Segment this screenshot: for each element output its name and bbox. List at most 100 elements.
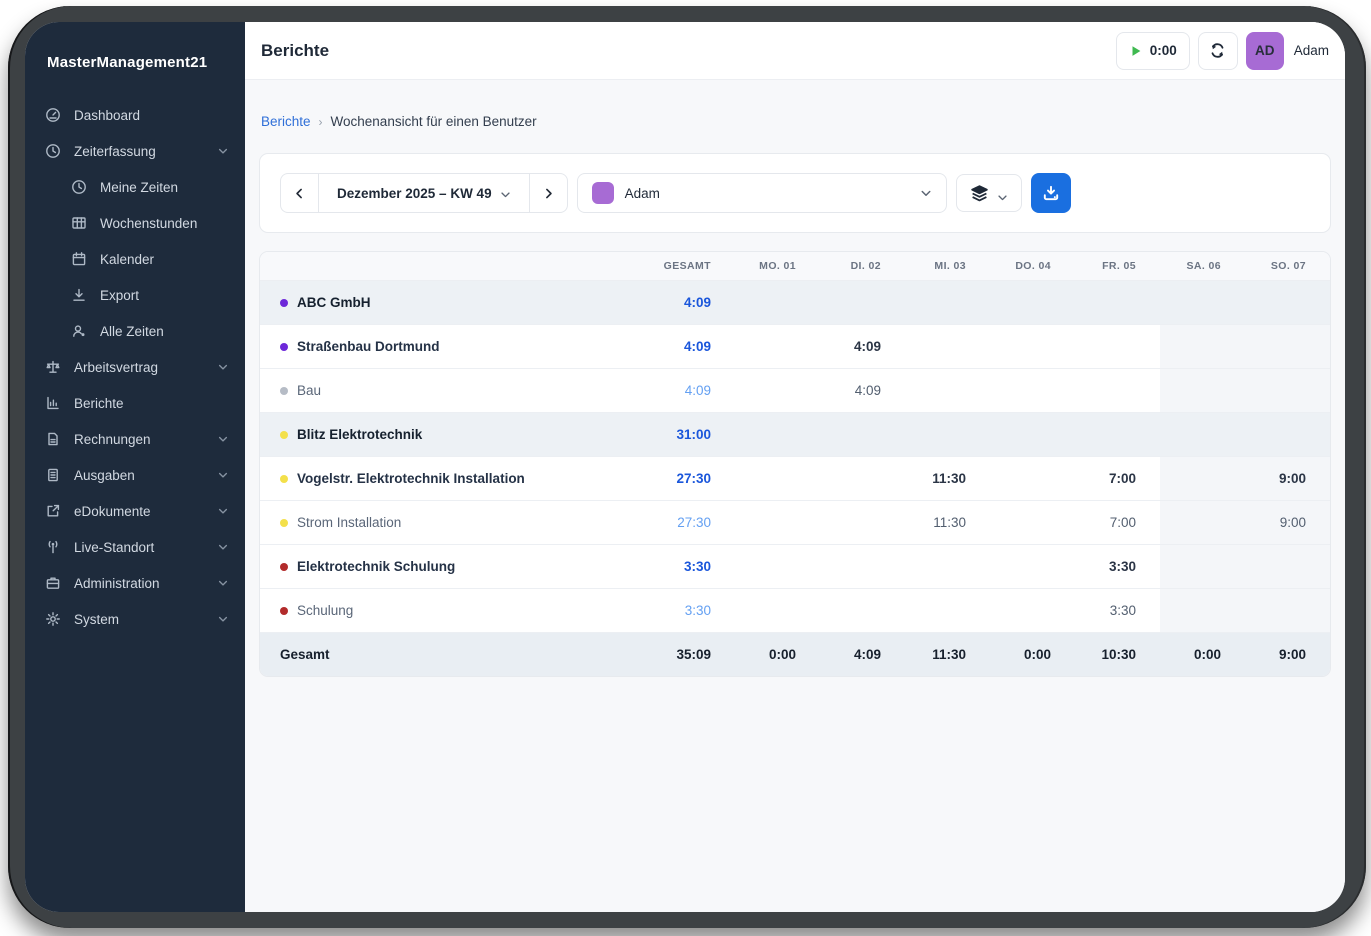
sidebar-item-alle-zeiten[interactable]: Alle Zeiten: [25, 313, 245, 349]
gesamt-value[interactable]: 4:09: [625, 281, 735, 324]
color-dot-icon: [280, 386, 288, 395]
gesamt-value[interactable]: 31:00: [625, 413, 735, 456]
gesamt-value[interactable]: 4:09: [625, 325, 735, 368]
gesamt-value[interactable]: 3:30: [625, 545, 735, 588]
sidebar-item-system[interactable]: System: [25, 601, 245, 637]
table-header-row: GESAMT MO. 01 DI. 02 MI. 03 DO. 04 FR. 05 SA. …: [260, 252, 1330, 281]
chevron-down-icon: [997, 188, 1008, 200]
day-value: [820, 501, 905, 544]
sidebar-item-label: Meine Zeiten: [100, 179, 179, 195]
day-value: [1245, 413, 1330, 456]
chevron-down-icon: [217, 505, 229, 517]
next-week-button[interactable]: [529, 173, 568, 213]
column-header-mo-01: MO. 01: [759, 260, 796, 272]
table-row-schulung: Schulung 3:30 3:30: [260, 589, 1330, 633]
gesamt-value[interactable]: 27:30: [625, 457, 735, 500]
sync-button[interactable]: [1197, 31, 1238, 70]
chevron-down-icon: [217, 541, 229, 553]
footer-total-value: 11:30: [932, 647, 966, 662]
grouping-button[interactable]: [955, 174, 1022, 212]
gesamt-value[interactable]: 3:30: [625, 589, 735, 632]
previous-week-button[interactable]: [280, 173, 318, 213]
row-label-text: Bau: [297, 383, 322, 398]
sidebar-item-label: eDokumente: [74, 503, 151, 519]
row-label: Vogelstr. Elektrotechnik Installation: [260, 457, 625, 500]
sidebar-item-label: Wochenstunden: [100, 215, 198, 231]
day-value: [990, 545, 1075, 588]
sidebar-item-meine-zeiten[interactable]: Meine Zeiten: [25, 169, 245, 205]
day-value: 11:30: [932, 471, 966, 486]
gesamt-value[interactable]: 4:09: [625, 369, 735, 412]
sidebar-item-kalender[interactable]: Kalender: [25, 241, 245, 277]
table-icon: [71, 215, 87, 231]
chevron-down-icon: [217, 361, 229, 373]
sidebar-item-rechnungen[interactable]: Rechnungen: [25, 421, 245, 457]
sidebar-item-dashboard[interactable]: Dashboard: [25, 97, 245, 133]
day-value: [820, 413, 905, 456]
row-label: Bau: [260, 369, 625, 412]
gesamt-value[interactable]: 27:30: [625, 501, 735, 544]
column-header-do-04: DO. 04: [1015, 260, 1051, 272]
chevron-down-icon: [500, 188, 511, 199]
gear-icon: [45, 611, 61, 627]
day-value: 11:30: [933, 515, 966, 530]
sidebar-item-label: Berichte: [74, 395, 124, 411]
user-select[interactable]: Adam: [576, 173, 947, 213]
column-header-sa-06: SA. 06: [1186, 260, 1221, 272]
day-value: [1075, 369, 1160, 412]
week-label: Dezember 2025 – KW 49: [337, 185, 492, 201]
footer-total-value: 0:00: [1023, 647, 1051, 662]
color-dot-icon: [280, 606, 288, 615]
color-dot-icon: [280, 430, 288, 439]
day-value: [990, 589, 1075, 632]
row-label: ABC GmbH: [260, 281, 625, 324]
sidebar-item-edokumente[interactable]: eDokumente: [25, 493, 245, 529]
sidebar-item-label: Zeiterfassung: [74, 143, 156, 159]
sidebar-item-live-standort[interactable]: Live-Standort: [25, 529, 245, 565]
row-label: Elektrotechnik Schulung: [260, 545, 625, 588]
row-label-text: Elektrotechnik Schulung: [297, 559, 456, 574]
sidebar-item-ausgaben[interactable]: Ausgaben: [25, 457, 245, 493]
breadcrumb-current: Wochenansicht für einen Benutzer: [330, 114, 537, 129]
user-select-value: Adam: [624, 185, 660, 201]
footer-label: Gesamt: [280, 647, 330, 662]
day-value: 7:00: [1109, 515, 1136, 530]
calendar-icon: [71, 251, 87, 267]
day-value: [1075, 413, 1160, 456]
dashboard-icon: [45, 107, 61, 123]
export-download-button[interactable]: [1030, 173, 1071, 213]
breadcrumb-link-berichte[interactable]: Berichte: [261, 114, 311, 129]
sidebar-item-zeiterfassung[interactable]: Zeiterfassung: [25, 133, 245, 169]
sidebar-item-berichte[interactable]: Berichte: [25, 385, 245, 421]
avatar[interactable]: AD: [1245, 31, 1284, 70]
sidebar-item-export[interactable]: Export: [25, 277, 245, 313]
sidebar-item-label: Kalender: [100, 251, 155, 267]
day-value: 3:30: [1108, 559, 1136, 574]
week-selector-button[interactable]: Dezember 2025 – KW 49: [318, 173, 530, 213]
document-icon: [45, 467, 61, 483]
column-header-di-02: DI. 02: [850, 260, 881, 272]
chevron-down-icon: [920, 187, 932, 199]
day-value: [1245, 281, 1330, 324]
timer-button[interactable]: 0:00: [1115, 31, 1190, 70]
chevron-down-icon: [217, 433, 229, 445]
day-value: [1075, 325, 1160, 368]
timer-value: 0:00: [1149, 43, 1177, 58]
color-dot-icon: [280, 518, 288, 527]
topbar-right: 0:00 AD Adam: [1115, 31, 1329, 70]
app-window: MasterManagement21 Dashboard Zeiterfassun…: [25, 22, 1345, 912]
user-color-swatch: [591, 182, 614, 204]
sidebar-item-administration[interactable]: Administration: [25, 565, 245, 601]
sidebar-item-label: Arbeitsvertrag: [74, 359, 159, 375]
table-row-vogelstr-elektrotechnik-installation: Vogelstr. Elektrotechnik Installation 27:…: [260, 457, 1330, 501]
day-value: [905, 413, 990, 456]
day-value: [1245, 369, 1330, 412]
sidebar-item-arbeitsvertrag[interactable]: Arbeitsvertrag: [25, 349, 245, 385]
day-value: [1160, 457, 1245, 500]
download-icon: [71, 287, 87, 303]
color-dot-icon: [280, 562, 288, 571]
chevron-down-icon: [217, 577, 229, 589]
day-value: [990, 325, 1075, 368]
sidebar-item-wochenstunden[interactable]: Wochenstunden: [25, 205, 245, 241]
day-value: 9:00: [1245, 457, 1330, 500]
